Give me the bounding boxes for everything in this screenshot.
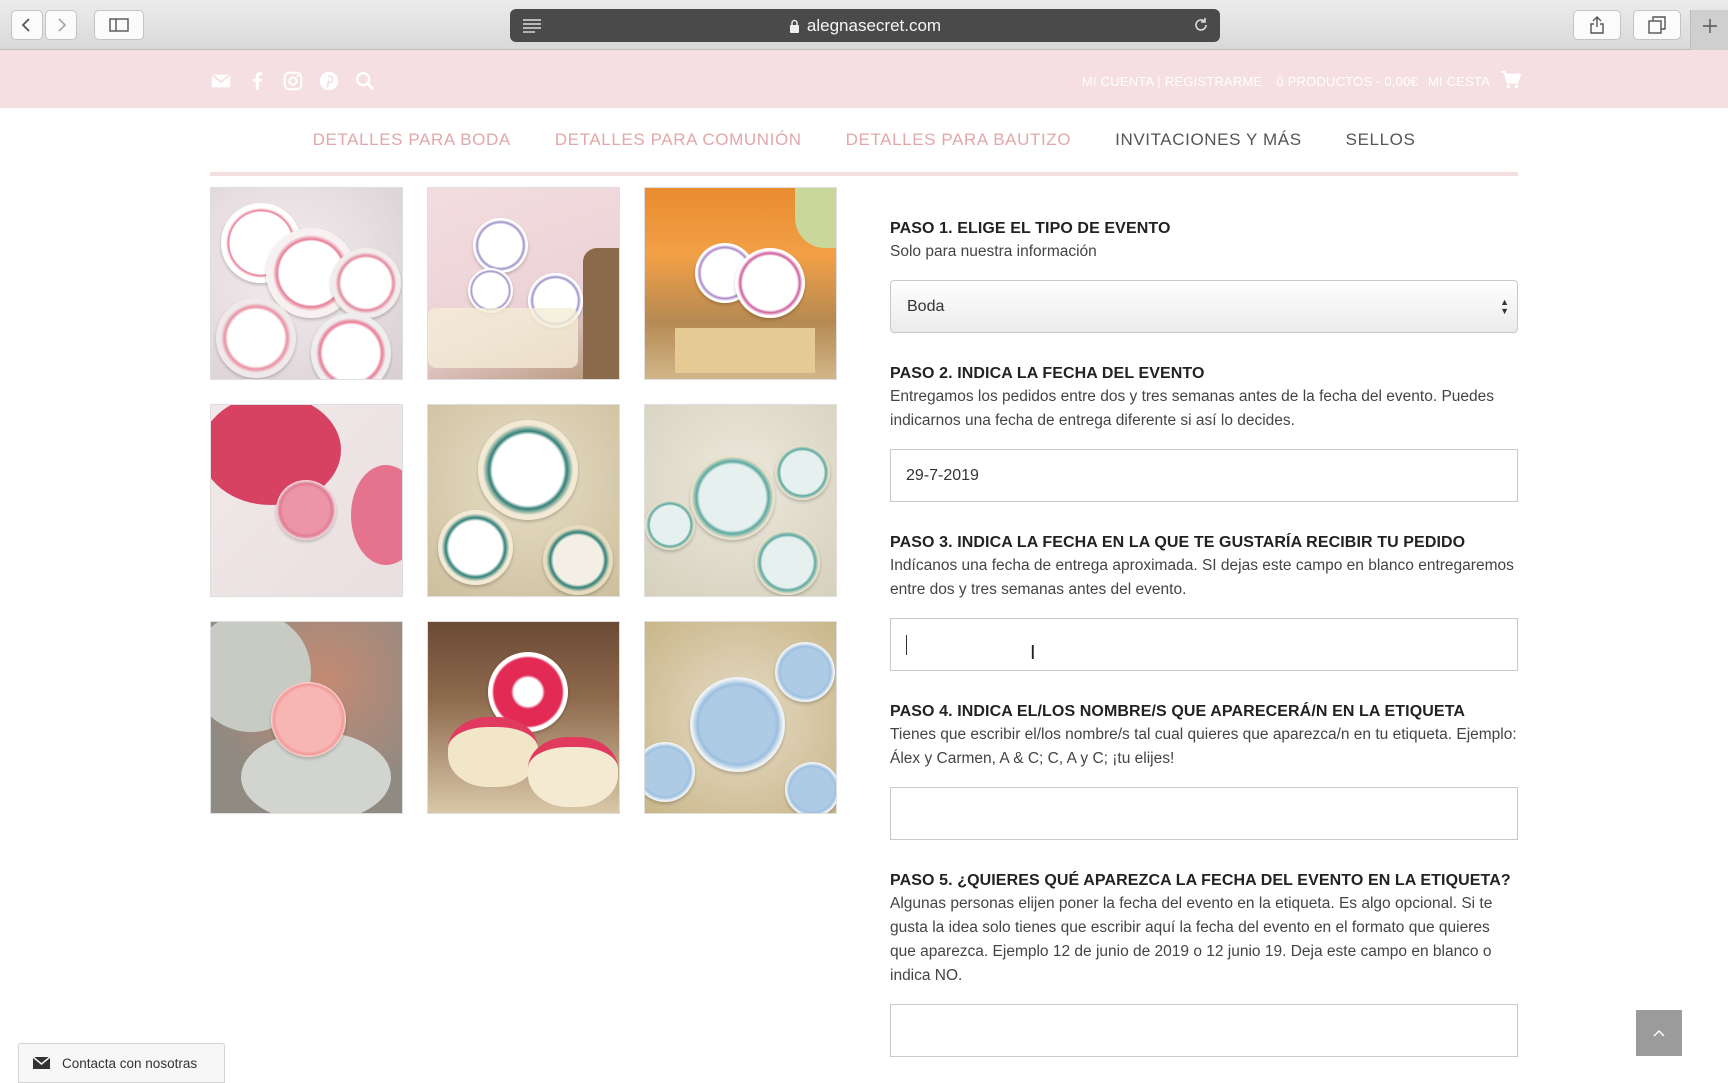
cart-link[interactable]: MI CESTA <box>1428 74 1490 89</box>
sidebar-toggle-button[interactable] <box>94 10 144 40</box>
nav-item-comunion[interactable]: DETALLES PARA COMUNIÓN <box>555 130 802 150</box>
step-4-description: Tienes que escribir el/los nombre/s tal … <box>890 726 1517 767</box>
step-1-description: Solo para nuestra información <box>890 243 1097 260</box>
chevron-right-icon <box>58 18 67 32</box>
share-icon <box>1590 16 1604 34</box>
gallery-thumbnail[interactable] <box>210 404 403 597</box>
forward-button[interactable] <box>45 10 77 40</box>
step-1: PASO 1. ELIGE EL TIPO DE EVENTO Solo par… <box>890 220 1518 333</box>
nav-item-invitaciones[interactable]: INVITACIONES Y MÁS <box>1115 130 1302 150</box>
event-type-select[interactable]: Boda ▲ ▼ <box>890 280 1518 333</box>
gallery-thumbnail[interactable] <box>644 621 837 814</box>
search-icon[interactable] <box>354 70 376 92</box>
social-links <box>210 70 376 92</box>
pinterest-icon[interactable] <box>318 70 340 92</box>
event-date-input[interactable]: 29-7-2019 <box>890 449 1518 502</box>
back-button[interactable] <box>11 10 43 40</box>
text-cursor-icon: I <box>1030 642 1036 664</box>
chevron-up-icon <box>1653 1030 1665 1037</box>
plus-icon <box>1702 19 1717 33</box>
event-type-value: Boda <box>907 297 945 315</box>
contact-tab[interactable]: Contacta con nosotras <box>18 1043 225 1083</box>
nav-item-sellos[interactable]: SELLOS <box>1346 130 1416 150</box>
gallery-thumbnail[interactable] <box>427 187 620 380</box>
envelope-icon[interactable] <box>210 70 232 92</box>
cart-summary[interactable]: 0 PRODUCTOS - 0,00€ <box>1276 74 1418 89</box>
lock-icon <box>789 19 799 33</box>
gallery-thumbnail[interactable] <box>210 621 403 814</box>
browser-toolbar: alegnasecret.com <box>0 0 1728 60</box>
step-3-title: PASO 3. INDICA LA FECHA EN LA QUE TE GUS… <box>890 534 1466 551</box>
sidebar-icon <box>109 18 129 32</box>
facebook-icon[interactable] <box>246 70 268 92</box>
reload-icon[interactable] <box>1192 16 1210 34</box>
step-5-description: Algunas personas elijen poner la fecha d… <box>890 895 1493 984</box>
gallery-thumbnail[interactable] <box>644 187 837 380</box>
step-2-description: Entregamos los pedidos entre dos y tres … <box>890 388 1495 429</box>
url-text: alegnasecret.com <box>806 15 942 35</box>
step-3: PASO 3. INDICA LA FECHA EN LA QUE TE GUS… <box>890 534 1518 671</box>
step-4-title: PASO 4. INDICA EL/LOS NOMBRE/S QUE APARE… <box>890 703 1466 720</box>
product-options-form: PASO 1. ELIGE EL TIPO DE EVENTO Solo par… <box>890 220 1518 1057</box>
instagram-icon[interactable] <box>282 70 304 92</box>
step-5: PASO 5. ¿QUIERES QUÉ APAREZCA LA FECHA D… <box>890 872 1518 1057</box>
step-5-title: PASO 5. ¿QUIERES QUÉ APAREZCA LA FECHA D… <box>890 872 1511 889</box>
address-bar[interactable]: alegnasecret.com <box>510 9 1220 42</box>
delivery-date-input[interactable]: I <box>890 618 1518 671</box>
step-1-title: PASO 1. ELIGE EL TIPO DE EVENTO <box>890 220 1171 237</box>
label-names-input[interactable] <box>890 787 1518 840</box>
cart-icon[interactable] <box>1500 70 1522 93</box>
gallery-thumbnail[interactable] <box>427 404 620 597</box>
site-header: MI CUENTA | REGISTRARME 0 PRODUCTOS - 0,… <box>0 50 1728 108</box>
product-gallery <box>210 187 837 814</box>
envelope-icon <box>33 1056 50 1069</box>
step-3-description: Indícanos una fecha de entrega aproximad… <box>890 557 1514 598</box>
account-bar: MI CUENTA | REGISTRARME 0 PRODUCTOS - 0,… <box>1082 70 1536 93</box>
contact-label: Contacta con nosotras <box>62 1055 198 1071</box>
share-button[interactable] <box>1573 10 1621 40</box>
main-nav: DETALLES PARA BODA DETALLES PARA COMUNIÓ… <box>210 108 1518 176</box>
select-arrows-icon: ▲ ▼ <box>1500 297 1509 316</box>
label-date-input[interactable] <box>890 1004 1518 1057</box>
tabs-overview-button[interactable] <box>1633 10 1681 40</box>
account-link[interactable]: MI CUENTA | REGISTRARME <box>1082 74 1262 89</box>
step-2: PASO 2. INDICA LA FECHA DEL EVENTO Entre… <box>890 365 1518 502</box>
gallery-thumbnail[interactable] <box>427 621 620 814</box>
chevron-left-icon <box>21 18 30 32</box>
nav-item-bautizo[interactable]: DETALLES PARA BAUTIZO <box>846 130 1071 150</box>
gallery-thumbnail[interactable] <box>210 187 403 380</box>
step-2-title: PASO 2. INDICA LA FECHA DEL EVENTO <box>890 365 1205 382</box>
step-4: PASO 4. INDICA EL/LOS NOMBRE/S QUE APARE… <box>890 703 1518 840</box>
scroll-to-top-button[interactable] <box>1636 1010 1682 1056</box>
gallery-thumbnail[interactable] <box>644 404 837 597</box>
tabs-icon <box>1648 16 1666 34</box>
text-caret <box>906 634 907 655</box>
nav-item-boda[interactable]: DETALLES PARA BODA <box>313 130 511 150</box>
reader-icon[interactable] <box>522 17 542 33</box>
